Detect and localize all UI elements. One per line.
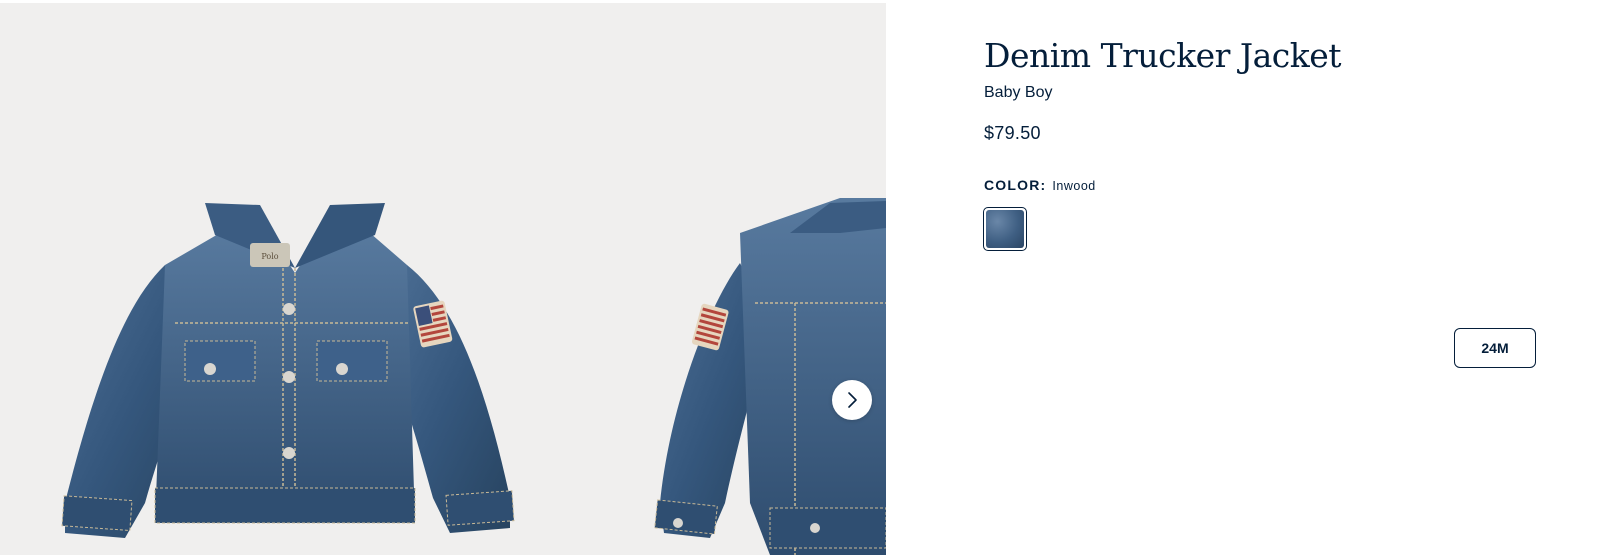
product-price: $79.50 (984, 123, 1041, 143)
product-title: Denim Trucker Jacket (984, 36, 1342, 75)
selected-color-name: Inwood (1052, 179, 1096, 193)
chevron-right-icon (848, 392, 857, 408)
gallery-next-button[interactable] (832, 380, 872, 420)
product-category: Baby Boy (984, 84, 1053, 101)
svg-text:Polo: Polo (261, 252, 278, 261)
jacket-front-image: Polo (61, 203, 515, 538)
color-label: COLOR: (984, 177, 1047, 193)
swatch-fill (986, 210, 1024, 248)
jacket-side-image (654, 198, 886, 555)
color-swatch-inwood[interactable] (983, 207, 1027, 251)
product-image-gallery: Polo (0, 3, 886, 555)
color-selector-label: COLOR: Inwood (984, 177, 1096, 193)
size-option-24m[interactable]: 24M (1454, 328, 1536, 368)
